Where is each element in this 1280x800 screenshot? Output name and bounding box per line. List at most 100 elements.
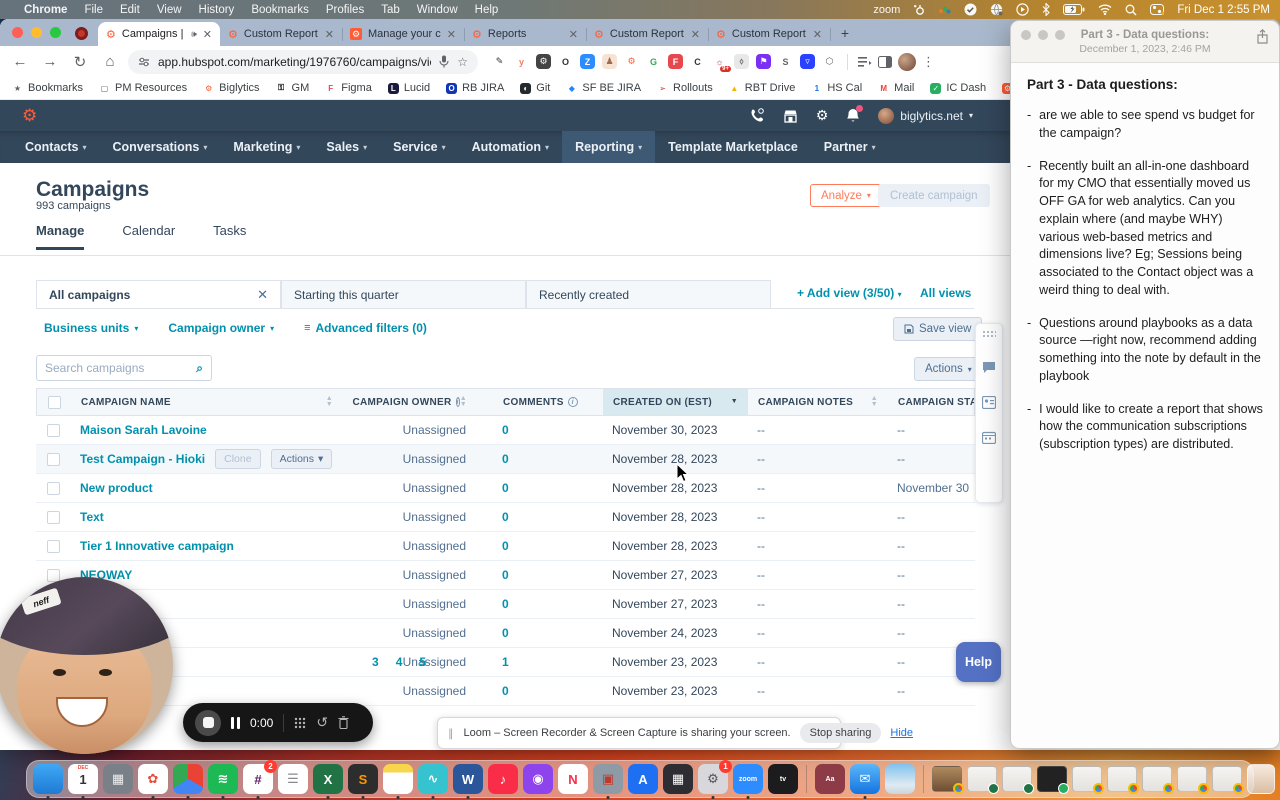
table-row[interactable]: Tier 1 Innovative campaign Unassigned 0 Nov… [36, 532, 975, 561]
minimized-window-chrome-page[interactable] [1142, 766, 1174, 794]
table-row[interactable]: Test Campaign - Hioki Clone Actions ▾ Unass… [36, 445, 975, 474]
tab-manage[interactable]: Manage [36, 223, 85, 250]
row-checkbox[interactable] [36, 503, 70, 531]
analyze-button[interactable]: Analyze ▾ [810, 184, 882, 207]
gather-extension-icon[interactable]: ♟ [602, 54, 617, 69]
tab-close-icon[interactable]: ✕ [813, 28, 822, 41]
figma-extension-icon[interactable]: F [668, 54, 683, 69]
trash-icon[interactable] [1247, 764, 1275, 794]
nav-reporting[interactable]: Reporting ▾ [562, 131, 656, 163]
campaign-name-link[interactable]: Tier 1 Innovative campaign [80, 539, 234, 553]
page-3[interactable]: 3 [372, 655, 379, 669]
bookmark-rb-jira[interactable]: O RB JIRA [446, 82, 504, 94]
address-bar[interactable]: app.hubspot.com/marketing/1976760/campai… [128, 49, 478, 74]
bookmark-hs-cal[interactable]: 1 HS Cal [811, 82, 862, 94]
column-header-c-com[interactable]: COMMENTS i [493, 389, 603, 415]
dock-app-keypad[interactable]: ▦ [663, 764, 693, 794]
dock-app-weather[interactable] [885, 764, 915, 794]
campaign-name-link[interactable]: Text [80, 510, 104, 524]
nav-marketing[interactable]: Marketing ▾ [220, 131, 313, 163]
share-icon[interactable] [1256, 28, 1269, 49]
menu-item-profiles[interactable]: Profiles [326, 4, 364, 16]
dock-app-photos[interactable]: ✿ [138, 764, 168, 799]
bag-extension-icon[interactable]: ⬨ [734, 54, 749, 69]
filter-business-units[interactable]: Business units ▾ [44, 321, 138, 335]
oyster-extension-icon[interactable]: O [558, 54, 573, 69]
comments-link[interactable]: 0 [502, 510, 509, 524]
dock-app-slack[interactable]: #2 [243, 760, 277, 799]
nav-automation[interactable]: Automation ▾ [459, 131, 562, 163]
table-row[interactable]: NEOWAY Unassigned 0 November 27, 2023 -- -- [36, 561, 975, 590]
campaign-name-link[interactable]: Maison Sarah Lavoine [80, 423, 207, 437]
save-view-button[interactable]: Save view [893, 317, 983, 341]
restart-icon[interactable]: ↺ [316, 714, 328, 731]
minimized-window-photo[interactable] [932, 766, 964, 794]
notes-window-controls[interactable] [1021, 30, 1065, 40]
comments-link[interactable]: 1 [502, 655, 509, 669]
phone-icon[interactable] [750, 108, 765, 123]
page-5[interactable]: 5 [419, 655, 426, 669]
comments-link[interactable]: 0 [502, 481, 509, 495]
zoom-extension-icon[interactable]: Z [580, 54, 595, 69]
dock-app-news[interactable]: N [558, 764, 588, 794]
dock-app-calendar[interactable]: 1 DEC [68, 764, 98, 799]
reload-button[interactable]: ↻ [68, 53, 92, 71]
bell-icon[interactable] [846, 105, 864, 123]
marketplace-icon[interactable] [783, 109, 798, 123]
new-tab-button[interactable]: + [834, 22, 856, 44]
tab-audio-icon[interactable]: 🕪 [191, 29, 197, 40]
framer-extension-icon[interactable]: ⚙ [536, 54, 551, 69]
notes-titlebar[interactable]: Part 3 - Data questions: December 1, 202… [1011, 21, 1279, 63]
table-row[interactable]: New product Unassigned 0 November 28, 2023 -… [36, 474, 975, 503]
tab-calendar[interactable]: Calendar [122, 223, 175, 250]
recording-indicator-icon[interactable] [75, 27, 88, 40]
column-header-c-own[interactable]: CAMPAIGN OWNER i ▲ ▼ [343, 389, 493, 415]
menu-clock[interactable]: Fri Dec 1 2:55 PM [1177, 4, 1270, 16]
row-actions-button[interactable]: Actions ▾ [270, 449, 333, 469]
comments-link[interactable]: 0 [502, 539, 509, 553]
sort-desc-icon[interactable]: ▼ [731, 398, 738, 405]
account-menu[interactable]: biglytics.net ▾ [878, 107, 973, 124]
trash-icon[interactable] [338, 716, 349, 729]
sort-icons[interactable]: ▲ ▼ [326, 395, 333, 408]
table-row[interactable]: Gen CampaignUnassigned0November 24, 2023… [36, 619, 975, 648]
bookmark-bookmarks[interactable]: ★ Bookmarks [12, 82, 83, 94]
spotlight-icon[interactable] [1125, 4, 1137, 16]
globe-icon[interactable] [990, 3, 1003, 16]
profile-avatar[interactable] [898, 52, 916, 71]
bookmark-rollouts[interactable]: ➢ Rollouts [657, 82, 713, 94]
checkbox[interactable] [46, 423, 60, 437]
control-center-icon[interactable] [1150, 4, 1165, 15]
calendar-icon[interactable] [982, 431, 996, 444]
dock-app-chrome[interactable] [173, 764, 203, 799]
stop-recording-button[interactable] [195, 709, 221, 736]
gear-icon[interactable]: ⚙ [816, 107, 829, 124]
hide-banner-link[interactable]: Hide [890, 727, 913, 739]
minimize-window-button[interactable] [31, 27, 42, 38]
advanced-filters-link[interactable]: ≡ Advanced filters (0) [304, 321, 427, 335]
checkbox[interactable] [46, 452, 60, 466]
dock-app-settings[interactable]: ⚙ 1 [698, 760, 732, 799]
tab-close-icon[interactable]: ✕ [569, 28, 578, 41]
bookmark-rbt-drive[interactable]: ▲ RBT Drive [729, 82, 795, 94]
menu-item-bookmarks[interactable]: Bookmarks [251, 4, 309, 16]
dock-app-sublime[interactable]: S [348, 764, 378, 799]
column-header-c-not[interactable]: CAMPAIGN NOTES ▲ ▼ [748, 389, 888, 415]
webcam-bubble[interactable]: neff [0, 577, 173, 754]
table-row[interactable]: for keithUnassigned0November 23, 2023---… [36, 677, 975, 706]
menu-item-view[interactable]: View [157, 4, 182, 16]
dock-app-appstore[interactable]: A [628, 764, 658, 794]
minimized-window-excel-sheet[interactable] [1002, 766, 1034, 794]
contact-card-icon[interactable] [982, 396, 996, 409]
mic-icon[interactable] [439, 55, 449, 68]
close-window-button[interactable] [12, 27, 23, 38]
bookmark-biglytics[interactable]: ⚙ Biglytics [203, 82, 259, 94]
minimized-window-chrome-page[interactable] [1107, 766, 1139, 794]
nav-template-marketplace[interactable]: Template Marketplace [655, 131, 811, 163]
bookmark-mail[interactable]: M Mail [878, 82, 914, 94]
clone-button[interactable]: Clone [215, 449, 261, 469]
checkbox[interactable] [46, 510, 60, 524]
loom-extension-icon[interactable]: ▿ [800, 54, 815, 69]
row-checkbox[interactable] [36, 445, 70, 473]
dock-app-freeform[interactable]: ∿ [418, 764, 448, 799]
